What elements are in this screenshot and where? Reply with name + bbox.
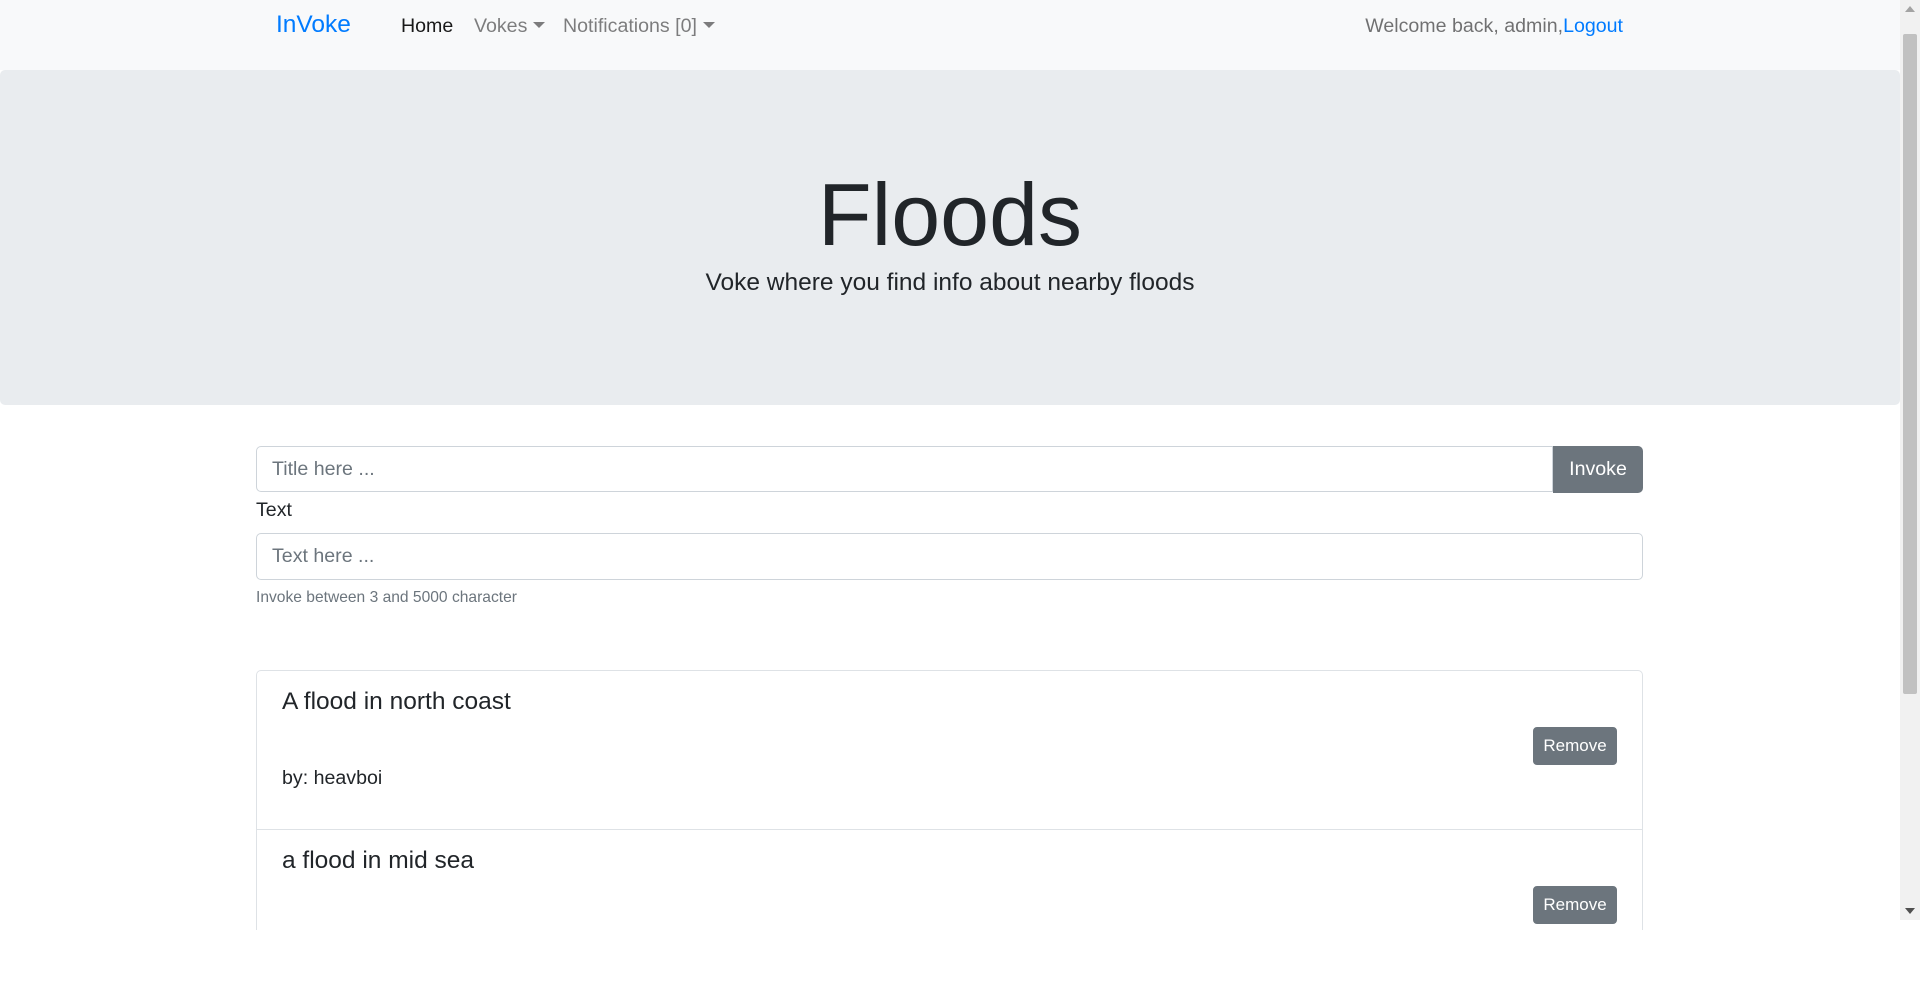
title-input[interactable] [256,446,1553,492]
nav-notifications-dropdown[interactable]: Notifications [0] [563,15,715,38]
chevron-down-icon [702,22,715,28]
list-item: A flood in north coast Remove by: heavbo… [257,671,1642,830]
page-title: Floods [817,165,1083,264]
brand-link[interactable]: InVoke [276,11,351,39]
page-scrollbar[interactable] [1900,0,1920,920]
scrollbar-thumb[interactable] [1903,34,1917,694]
voke-author: by: heavboi [282,767,383,789]
help-text: Invoke between 3 and 5000 character [256,589,517,606]
welcome-text: Welcome back, admin, [1365,15,1564,37]
text-input[interactable] [256,533,1643,580]
invoke-button[interactable]: Invoke [1553,446,1643,493]
list-item: a flood in mid sea Remove [257,829,1642,989]
scroll-up-icon[interactable] [1905,6,1915,12]
nav-vokes-label: Vokes [474,15,528,37]
remove-button[interactable]: Remove [1533,886,1617,924]
chevron-down-icon [533,22,546,28]
nav-home[interactable]: Home [401,15,453,38]
remove-button[interactable]: Remove [1533,727,1617,765]
welcome-message: Welcome back, admin,Logout [1365,15,1623,38]
voke-list: A flood in north coast Remove by: heavbo… [256,670,1643,930]
voke-title: A flood in north coast [282,688,511,715]
text-label: Text [256,499,292,521]
page-subtitle: Voke where you find info about nearby fl… [705,269,1195,296]
nav-vokes-dropdown[interactable]: Vokes [474,15,546,38]
logout-link[interactable]: Logout [1563,15,1623,37]
hero-banner: Floods Voke where you find info about ne… [0,70,1900,405]
scroll-down-icon[interactable] [1905,908,1915,914]
nav-notifications-label: Notifications [0] [563,15,697,37]
navbar: InVoke Home Vokes Notifications [0] Welc… [0,0,1900,70]
voke-title: a flood in mid sea [282,847,475,874]
